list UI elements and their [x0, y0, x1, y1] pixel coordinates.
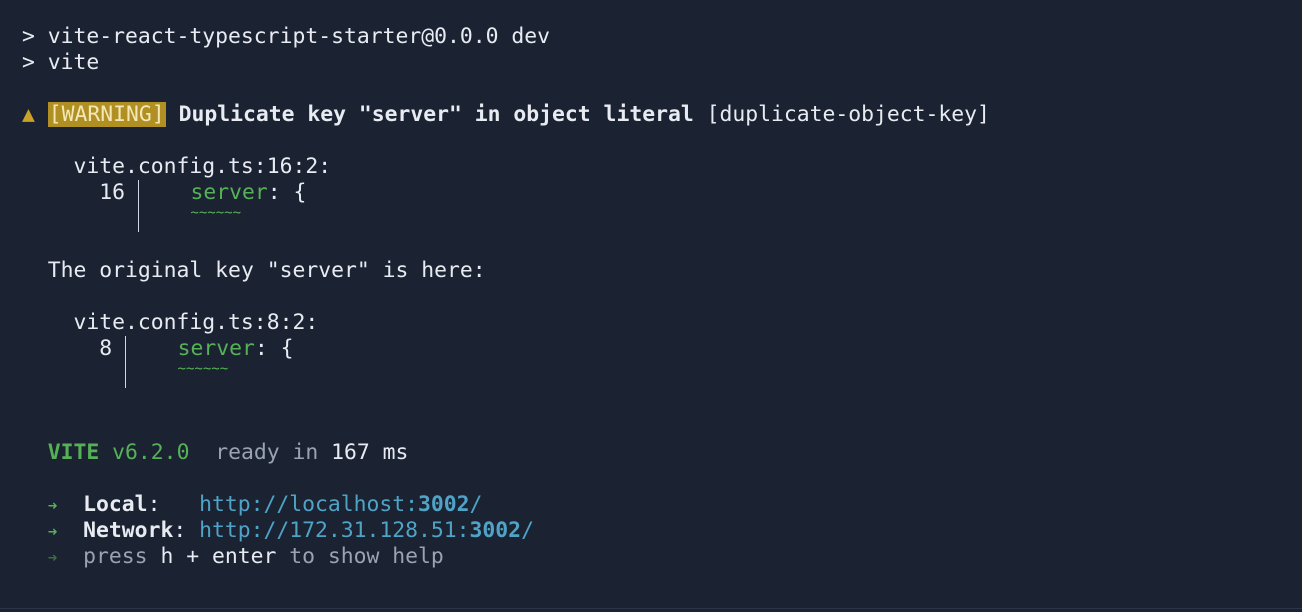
note-line: The original key "server" is here: [22, 258, 1302, 284]
vite-ready-line: VITE v6.2.0 ready in 167 ms [22, 440, 1302, 466]
location-1-file: vite.config.ts:16:2: [22, 154, 1302, 180]
location-2-file: vite.config.ts:8:2: [22, 310, 1302, 336]
network-url-line: ➜ Network: http://172.31.128.51:3002/ [47, 518, 534, 543]
location-1-squiggle: ~~~~~~ [190, 205, 241, 221]
location-2-key: server [177, 336, 255, 361]
network-url-link[interactable]: http://172.31.128.51:3002/ [199, 518, 534, 543]
vite-name: VITE [47, 440, 100, 465]
command-line-2: > vite [22, 50, 100, 75]
warning-tag: [WARNING] [47, 102, 166, 127]
gutter-divider [137, 180, 139, 206]
location-1-squiggle-line: ~~~~~~ [22, 206, 1302, 232]
arrow-right-icon: ➜ [47, 522, 58, 541]
help-press: press [83, 544, 148, 569]
help-rest: to show help [289, 544, 444, 569]
network-url-prefix: http://172.31.128.51: [199, 518, 470, 543]
location-2-line-number: 8 [99, 336, 113, 361]
warning-message: Duplicate key "server" in object literal [178, 102, 694, 127]
note-text: The original key "server" is here: [47, 258, 486, 283]
warning-line: ▲ [WARNING] Duplicate key "server" in ob… [22, 102, 1302, 128]
warning-code: [duplicate-object-key] [706, 102, 990, 127]
arrow-right-icon: ➜ [47, 496, 58, 515]
local-url-line: ➜ Local: http://localhost:3002/ [47, 492, 483, 517]
arrow-right-icon: ➜ [47, 548, 58, 567]
help-line: ➜ press h + enter to show help [22, 544, 1302, 570]
location-2-squiggle-line: ~~~~~~ [22, 362, 1302, 388]
gutter-divider [137, 206, 139, 232]
network-label: Network [83, 518, 174, 543]
network-url-port: 3002 [469, 518, 522, 543]
location-2-squiggle: ~~~~~~ [177, 361, 229, 377]
location-1-line-number: 16 [99, 180, 126, 205]
vite-version: v6.2.0 [112, 440, 190, 465]
gutter-divider [125, 362, 127, 388]
location-1-key: server [190, 180, 268, 205]
location-1-rest: : { [267, 180, 307, 205]
terminal-bottom-border [0, 608, 1302, 609]
ready-text: ready in [215, 440, 319, 465]
local-label: Local [83, 492, 148, 517]
location-1-code-line: 16 server: { [22, 180, 1302, 206]
local-url-link[interactable]: http://localhost:3002/ [199, 492, 482, 517]
local-url-prefix: http://localhost: [199, 492, 419, 517]
location-2-rest: : { [254, 336, 294, 361]
terminal-window[interactable]: > vite-react-typescript-starter@0.0.0 de… [0, 0, 1302, 612]
local-url-suffix: / [469, 492, 483, 517]
ready-unit: ms [382, 440, 409, 465]
location-1-path: vite.config.ts:16:2: [73, 154, 332, 179]
ready-ms: 167 [331, 440, 370, 465]
network-url-suffix: / [521, 518, 534, 543]
local-url-port: 3002 [418, 492, 470, 517]
command-line-1: > vite-react-typescript-starter@0.0.0 de… [22, 24, 551, 49]
location-2-code-line: 8 server: { [22, 336, 1302, 362]
warning-icon: ▲ [22, 102, 35, 127]
help-keys: h + enter [160, 544, 277, 569]
location-2-path: vite.config.ts:8:2: [73, 310, 319, 335]
gutter-divider [125, 336, 127, 362]
